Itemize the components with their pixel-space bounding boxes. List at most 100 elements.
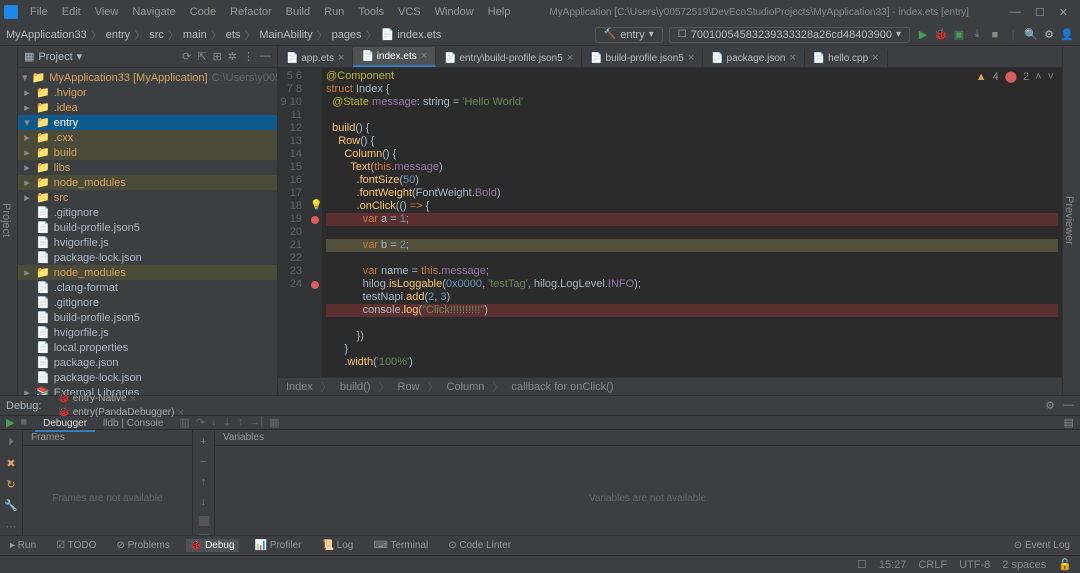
sidebar-tool-icon[interactable]: ⇱ (197, 50, 206, 63)
bottom-tool-todo[interactable]: ☑ TODO (52, 539, 100, 552)
evaluate-icon[interactable]: ▦ (269, 416, 279, 429)
right-tool-strip[interactable]: PreviewerInfoCenter (1062, 46, 1080, 395)
tree-item[interactable]: 📄.clang-format (18, 280, 277, 295)
pause-icon[interactable]: ✖ (6, 457, 15, 470)
sidebar-tool-icon[interactable]: — (260, 50, 271, 63)
coverage-icon[interactable]: ▣ (952, 28, 966, 41)
tree-item[interactable]: ▸📁.idea (18, 100, 277, 115)
resume-icon[interactable]: ⏵ (8, 436, 14, 449)
status-eol[interactable]: CRLF (918, 559, 947, 571)
editor-tab[interactable]: 📄 build-profile.json5 × (582, 49, 703, 67)
tree-item[interactable]: ▸📁src (18, 190, 277, 205)
search-icon[interactable]: 🔍 (1024, 28, 1038, 41)
step-out-icon[interactable]: ↑ (238, 416, 244, 429)
editor-tab[interactable]: 📄 package.json × (703, 49, 805, 67)
breadcrumb-item[interactable]: pages (332, 29, 362, 41)
minimize-icon[interactable]: — (1010, 6, 1021, 19)
tab-close-icon[interactable]: × (567, 52, 573, 64)
debug-minimize-icon[interactable]: — (1063, 399, 1074, 412)
code-area[interactable]: 5 6 7 8 9 10 11 12 13 14 15 16 17 18 19 … (278, 68, 1062, 377)
code-crumb-item[interactable]: Index (286, 381, 313, 393)
remove-watch-icon[interactable]: − (200, 456, 206, 468)
code-crumb-item[interactable]: Row (398, 381, 420, 393)
maximize-icon[interactable]: ☐ (1035, 6, 1045, 19)
tree-item[interactable]: 📄package.json (18, 355, 277, 370)
debug-session-tab[interactable]: 🐞 entry-Native × (51, 392, 189, 406)
tree-item[interactable]: 📄.gitignore (18, 205, 277, 220)
debug-rerun-icon[interactable]: ▶ (6, 416, 14, 429)
run-to-cursor-icon[interactable]: →| (249, 416, 263, 429)
attach-icon[interactable]: ⤓ (970, 28, 984, 41)
menu-view[interactable]: View (89, 4, 125, 20)
event-log-button[interactable]: ⊙ Event Log (1010, 539, 1074, 552)
gear-icon[interactable]: ⚙ (1042, 28, 1056, 41)
sidebar-tool-icon[interactable]: ⟳ (182, 50, 191, 63)
tree-item[interactable]: ▸📁node_modules (18, 265, 277, 280)
editor-tab[interactable]: 📄 entry\build-profile.json5 × (436, 49, 582, 67)
bottom-tool-debug[interactable]: 🐞 Debug (186, 539, 239, 552)
breakpoint-icon[interactable] (311, 216, 319, 224)
bottom-tool-run[interactable]: ▸ Run (6, 539, 40, 552)
sidebar-title[interactable]: ▦ Project ▾ (24, 50, 82, 63)
inspection-summary[interactable]: ▲4 ⬤2 ˄˅ (976, 70, 1054, 83)
tree-item[interactable]: ▸📁.hvigor (18, 85, 277, 100)
right-gutter-tab[interactable]: Previewer (1063, 196, 1075, 245)
readonly-icon[interactable]: 🔓 (1058, 558, 1072, 571)
debug-layout-icon[interactable]: ▤ (1064, 416, 1074, 429)
bottom-tool-problems[interactable]: ⊘ Problems (112, 539, 173, 552)
sidebar-tool-icon[interactable]: ⋮ (243, 50, 254, 63)
menu-refactor[interactable]: Refactor (224, 4, 278, 20)
reload-icon[interactable]: ↻ (6, 478, 15, 491)
run-config-dropdown[interactable]: 🔨 entry ▾ (595, 27, 663, 43)
tree-item[interactable]: ▸📁libs (18, 160, 277, 175)
debug-sub-tab[interactable]: lldb | Console (95, 417, 171, 430)
wrench-icon[interactable]: 🔧 (4, 499, 18, 512)
intention-bulb-icon[interactable]: 💡 (310, 200, 322, 211)
status-indent[interactable]: 2 spaces (1002, 559, 1046, 571)
breadcrumb-item[interactable]: 📄 index.ets (381, 28, 442, 41)
tree-item[interactable]: 📄package-lock.json (18, 370, 277, 385)
menu-file[interactable]: File (24, 4, 54, 20)
tree-item[interactable]: ▾📁MyApplication33 [MyApplication] C:\Use… (18, 70, 277, 85)
menu-code[interactable]: Code (184, 4, 222, 20)
tab-close-icon[interactable]: × (338, 52, 344, 64)
run-icon[interactable]: ▶ (916, 28, 930, 41)
breadcrumb-item[interactable]: src (149, 29, 164, 41)
breadcrumb-item[interactable]: MainAbility (259, 29, 312, 41)
breadcrumb-item[interactable]: entry (106, 29, 130, 41)
debug-gear-icon[interactable]: ⚙ (1045, 399, 1055, 412)
code-crumb-item[interactable]: build() (340, 381, 371, 393)
tab-close-icon[interactable]: × (789, 52, 795, 64)
breadcrumb-item[interactable]: MyApplication33 (6, 29, 87, 41)
left-gutter-tab[interactable]: Project (0, 203, 12, 237)
menu-window[interactable]: Window (429, 4, 480, 20)
editor-tab[interactable]: 📄 hello.cpp × (805, 49, 888, 67)
copy-icon[interactable] (199, 516, 209, 526)
tree-item[interactable]: 📄hvigorfile.js (18, 325, 277, 340)
breadcrumb-item[interactable]: main (183, 29, 207, 41)
bottom-tool-code-linter[interactable]: ⊙ Code Linter (444, 539, 515, 552)
tree-item[interactable]: 📄build-profile.json5 (18, 310, 277, 325)
left-tool-strip[interactable]: ProjectStructureFavorites (0, 46, 18, 395)
debug-icon[interactable]: 🐞 (934, 28, 948, 41)
code-content[interactable]: @Component struct Index { @State message… (322, 68, 1062, 377)
more-icon[interactable]: ⋯ (6, 520, 17, 533)
gutter-marks[interactable]: 💡 (308, 68, 322, 377)
breadcrumb-item[interactable]: ets (226, 29, 241, 41)
tree-item[interactable]: 📄.gitignore (18, 295, 277, 310)
tree-item[interactable]: ▸📁build (18, 145, 277, 160)
chevron-up-icon[interactable]: ˄ (1035, 71, 1041, 83)
device-dropdown[interactable]: ☐ 70010054583239333328a26cd48403900 ▾ (669, 27, 910, 43)
step-into-smart-icon[interactable]: ⇣ (223, 416, 232, 429)
layout-icon[interactable]: ▥ (179, 416, 189, 429)
code-crumb-item[interactable]: Column (447, 381, 485, 393)
menu-vcs[interactable]: VCS (392, 4, 427, 20)
sidebar-tool-icon[interactable]: ✲ (228, 50, 237, 63)
status-encoding[interactable]: UTF-8 (959, 559, 990, 571)
menu-edit[interactable]: Edit (56, 4, 87, 20)
menu-tools[interactable]: Tools (352, 4, 390, 20)
chevron-down-icon[interactable]: ˅ (1048, 71, 1054, 83)
avatar-icon[interactable]: 👤 (1060, 28, 1074, 41)
sidebar-tool-icon[interactable]: ⊞ (213, 50, 222, 63)
watch-up-icon[interactable]: ↑ (201, 476, 207, 488)
